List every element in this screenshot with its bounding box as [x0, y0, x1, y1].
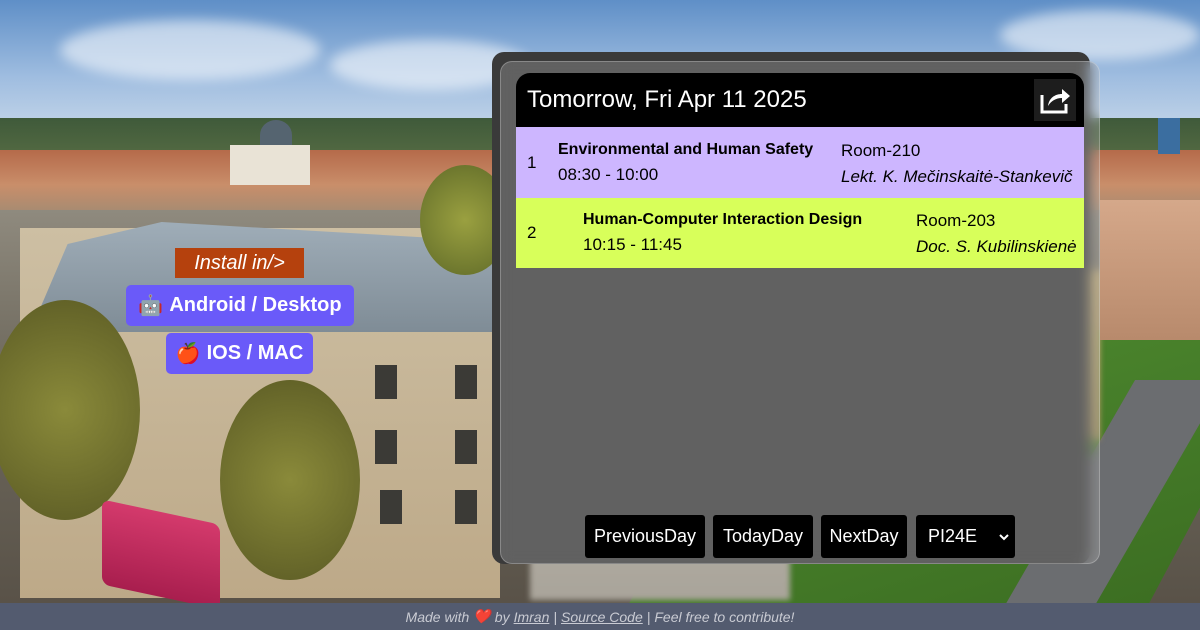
lesson-room: Room-203: [916, 211, 996, 230]
tree: [220, 380, 360, 580]
previous-day-button[interactable]: PreviousDay: [585, 515, 705, 558]
lesson-subject: Human-Computer Interaction Design: [583, 211, 863, 228]
building-far-right: [1100, 200, 1200, 340]
footer-by: by: [494, 608, 510, 625]
lesson-number: 2: [527, 223, 537, 242]
install-ios-label: IOS / MAC: [206, 342, 304, 364]
lesson-room: Room-210: [841, 141, 921, 160]
lesson-subject: Environmental and Human Safety: [558, 140, 814, 158]
group-select[interactable]: PI24E: [916, 515, 1015, 558]
lesson-time: 08:30 - 10:00: [558, 164, 659, 184]
install-ios-mac-button[interactable]: 🍎 IOS / MAC: [166, 333, 313, 374]
install-label: Install in/>: [175, 248, 304, 278]
robot-icon: 🤖: [138, 295, 164, 317]
day-title: Tomorrow, Fri Apr 11 2025: [527, 86, 807, 113]
window: [375, 430, 397, 464]
footer-contribute: Feel free to contribute!: [654, 608, 795, 625]
author-link[interactable]: Imran: [514, 609, 550, 625]
lesson-row: 2 Human-Computer Interaction Design 10:1…: [516, 198, 1084, 268]
window: [455, 365, 477, 399]
today-day-button[interactable]: TodayDay: [713, 515, 813, 558]
source-code-link[interactable]: Source Code: [561, 609, 643, 625]
install-android-desktop-button[interactable]: 🤖 Android / Desktop: [126, 285, 354, 326]
heart-icon: ❤️: [473, 608, 491, 624]
footer-made-with: Made with: [405, 608, 470, 625]
window: [380, 490, 402, 524]
lesson-teacher: Doc. S. Kubilinskienė: [916, 237, 1077, 256]
footer-separator: |: [553, 608, 558, 625]
lesson-time: 10:15 - 11:45: [583, 235, 682, 254]
apple-icon: 🍎: [175, 343, 201, 365]
cloud: [60, 20, 320, 80]
tower: [1158, 118, 1180, 154]
group-select-value: PI24E: [928, 526, 978, 546]
footer-separator: |: [646, 608, 651, 625]
window: [455, 490, 477, 524]
day-header: Tomorrow, Fri Apr 11 2025: [516, 73, 1084, 127]
share-icon: [1040, 89, 1070, 114]
church: [230, 145, 310, 185]
share-button[interactable]: [1034, 79, 1076, 121]
window: [455, 430, 477, 464]
install-android-label: Android / Desktop: [169, 294, 342, 316]
chevron-down-icon: [999, 533, 1009, 540]
lesson-teacher: Lekt. K. Mečinskaitė-Stankevič: [841, 167, 1073, 186]
footer: Made with ❤️ by Imran | Source Code | Fe…: [0, 603, 1200, 630]
window: [375, 365, 397, 399]
lesson-row: 1 Environmental and Human Safety 08:30 -…: [516, 127, 1084, 198]
next-day-button[interactable]: NextDay: [821, 515, 907, 558]
lesson-number: 1: [527, 152, 537, 172]
